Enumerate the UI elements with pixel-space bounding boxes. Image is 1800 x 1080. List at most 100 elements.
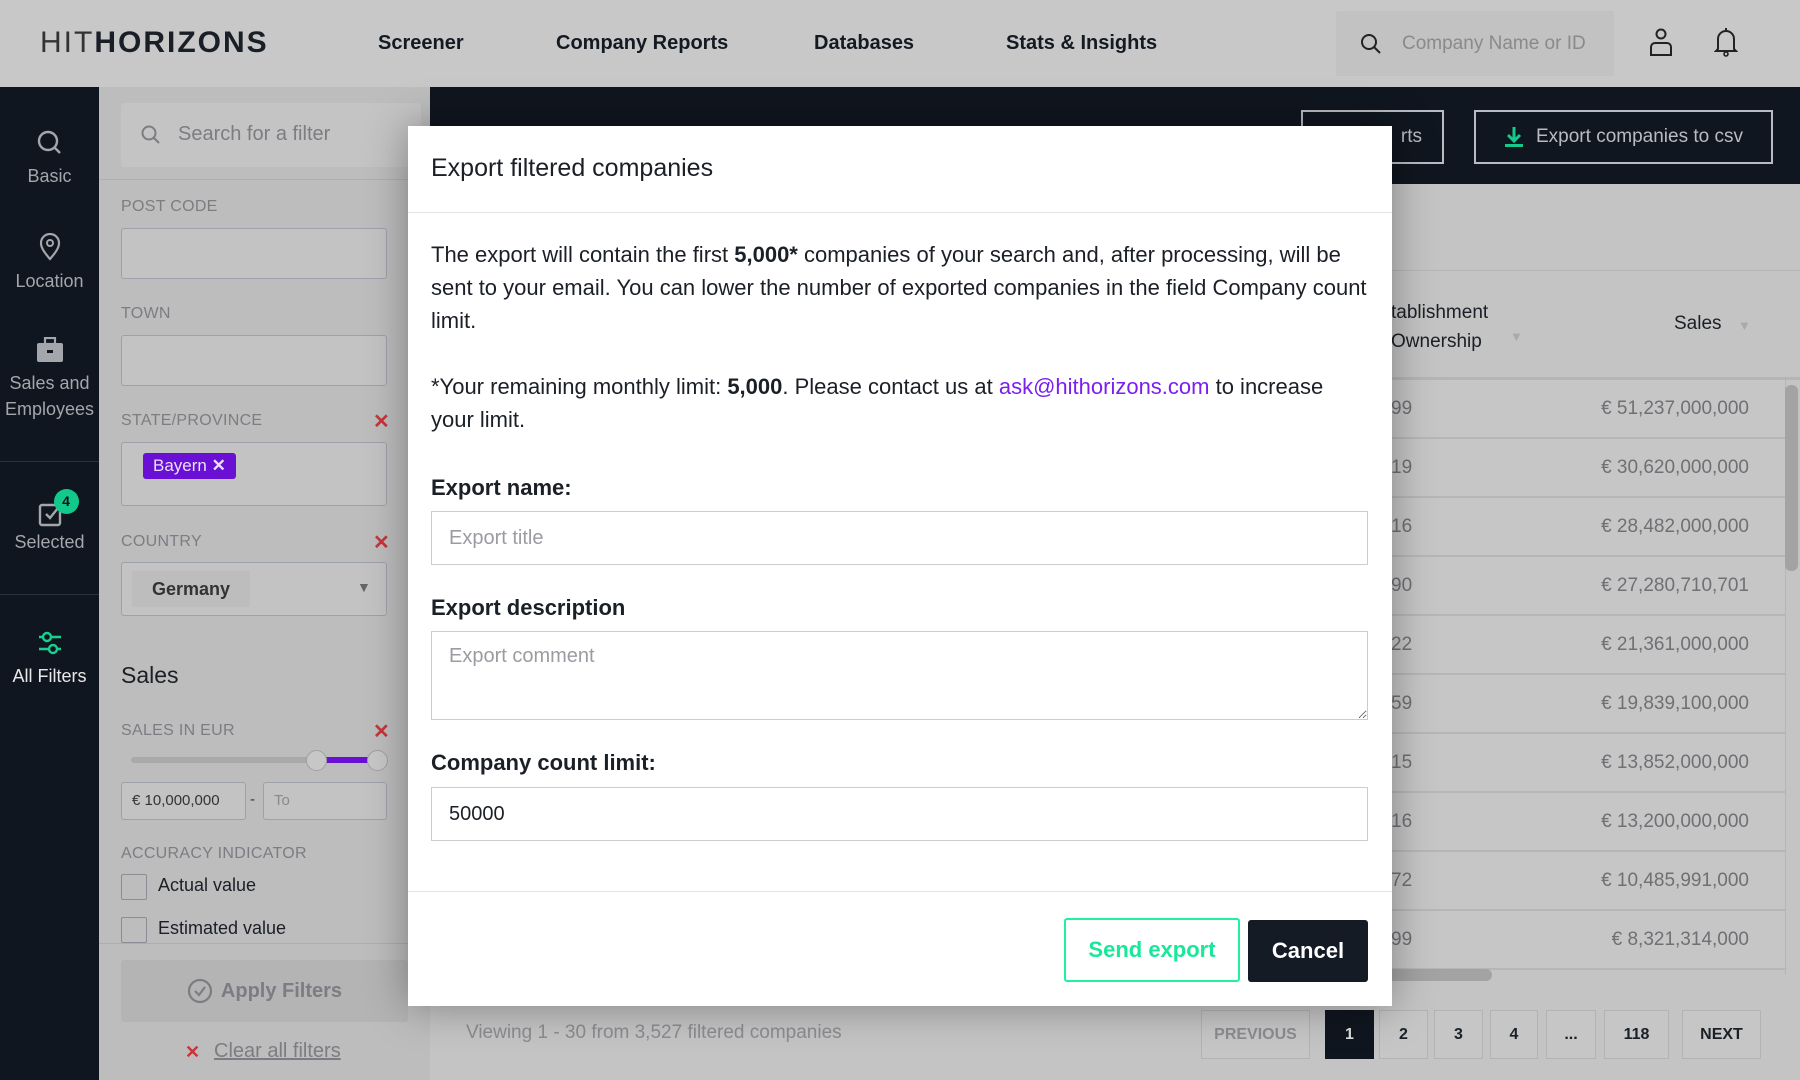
town-input[interactable] — [121, 335, 387, 386]
search-icon — [37, 130, 61, 154]
country-value: Germany — [132, 571, 250, 607]
column-header-establishment[interactable]: tablishment Ownership — [1391, 298, 1488, 356]
chevron-down-icon: ▼ — [357, 579, 371, 595]
nav-company-reports[interactable]: Company Reports — [556, 32, 728, 55]
establishment-cell: 90 — [1391, 575, 1413, 596]
divider — [408, 212, 1392, 213]
company-count-input[interactable] — [431, 787, 1368, 841]
export-description-textarea[interactable] — [431, 631, 1368, 720]
top-bar: HITHORIZONS Screener Company Reports Dat… — [0, 0, 1800, 87]
country-select[interactable]: Germany ▼ — [121, 562, 387, 616]
sales-cell: € 27,280,710,701 — [1601, 575, 1749, 596]
map-pin-icon — [39, 232, 60, 261]
pagination-page[interactable]: 118 — [1604, 1010, 1669, 1059]
bell-icon[interactable] — [1714, 27, 1738, 57]
establishment-cell: 99 — [1391, 398, 1413, 419]
post-code-label: POST CODE — [121, 198, 218, 215]
logo[interactable]: HITHORIZONS — [40, 26, 269, 60]
divider — [408, 891, 1392, 892]
export-name-input[interactable] — [431, 511, 1368, 565]
leftnav-basic[interactable]: Basic — [0, 130, 99, 189]
results-count: Viewing 1 - 30 from 3,527 filtered compa… — [466, 1022, 842, 1043]
sort-icon[interactable]: ▼ — [1738, 318, 1751, 333]
apply-filters-button[interactable]: Apply Filters — [121, 960, 408, 1022]
send-export-button[interactable]: Send export — [1064, 918, 1240, 982]
monthly-limit-text: *Your remaining monthly limit: 5,000. Pl… — [431, 370, 1371, 436]
export-description-label: Export description — [431, 595, 626, 620]
establishment-cell: 72 — [1391, 870, 1413, 891]
export-modal: Export filtered companies The export wil… — [408, 126, 1392, 1006]
leftnav-sales-employees[interactable]: Sales and Employees — [0, 336, 99, 422]
divider — [99, 179, 430, 180]
slider-max-thumb[interactable] — [367, 750, 388, 771]
modal-title: Export filtered companies — [431, 154, 714, 182]
divider — [0, 594, 99, 595]
pagination-previous[interactable]: PREVIOUS — [1201, 1010, 1310, 1059]
remove-tag-icon[interactable]: ✕ — [212, 456, 226, 475]
sales-to-input[interactable]: To — [263, 782, 387, 820]
sales-cell: € 8,321,314,000 — [1611, 929, 1749, 950]
estimated-value-checkbox[interactable] — [121, 917, 147, 943]
pagination-page[interactable]: 3 — [1434, 1010, 1483, 1059]
sort-icon[interactable]: ▼ — [1510, 329, 1523, 344]
state-tag-label: Bayern — [153, 456, 207, 475]
column-header-line: Ownership — [1391, 331, 1482, 352]
export-count: 5,000* — [734, 242, 798, 267]
leftnav-label: Basic — [27, 166, 72, 186]
sales-cell: € 13,852,000,000 — [1601, 752, 1749, 773]
cancel-button[interactable]: Cancel — [1248, 920, 1368, 982]
sales-cell: € 51,237,000,000 — [1601, 398, 1749, 419]
clear-country-icon[interactable]: ✕ — [373, 530, 390, 555]
leftnav-all-filters[interactable]: All Filters — [0, 630, 99, 689]
pagination-next[interactable]: NEXT — [1682, 1010, 1761, 1059]
pagination-page[interactable]: 1 — [1325, 1010, 1374, 1059]
actual-value-label: Actual value — [158, 875, 257, 895]
state-label: STATE/PROVINCE — [121, 412, 263, 429]
state-input[interactable]: Bayern ✕ — [121, 442, 387, 506]
vertical-scrollbar[interactable] — [1785, 385, 1798, 571]
pagination-page[interactable]: 4 — [1490, 1010, 1538, 1059]
divider — [0, 461, 99, 462]
sales-eur-label: SALES IN EUR — [121, 722, 235, 739]
sales-cell: € 28,482,000,000 — [1601, 516, 1749, 537]
contact-email-link[interactable]: ask@hithorizons.com — [999, 374, 1210, 399]
sales-cell: € 30,620,000,000 — [1601, 457, 1749, 478]
clear-sales-icon[interactable]: ✕ — [373, 719, 390, 744]
clear-state-icon[interactable]: ✕ — [373, 409, 390, 434]
leftnav-label: Selected — [14, 532, 85, 552]
country-label: COUNTRY — [121, 533, 202, 550]
nav-databases[interactable]: Databases — [814, 32, 914, 55]
export-name-label: Export name: — [431, 475, 572, 500]
actual-value-checkbox[interactable] — [121, 874, 147, 900]
leftnav-location[interactable]: Location — [0, 232, 99, 294]
sales-heading: Sales — [121, 662, 179, 688]
divider — [99, 943, 430, 944]
export-csv-label: Export companies to csv — [1536, 126, 1743, 147]
state-tag: Bayern ✕ — [143, 453, 236, 479]
sales-from-input[interactable]: € 10,000,000 — [121, 782, 246, 820]
pagination-page[interactable]: 2 — [1379, 1010, 1428, 1059]
post-code-input[interactable] — [121, 228, 387, 279]
company-search-input[interactable]: Company Name or ID — [1336, 11, 1614, 76]
export-csv-button[interactable]: Export companies to csv — [1474, 110, 1773, 164]
exports-button-label: rts — [1400, 126, 1422, 147]
establishment-cell: 15 — [1391, 752, 1413, 773]
accuracy-label: ACCURACY INDICATOR — [121, 845, 307, 862]
nav-screener[interactable]: Screener — [378, 32, 464, 55]
text: . Please contact us at — [782, 374, 999, 399]
leftnav-label: All Filters — [12, 666, 87, 686]
town-label: TOWN — [121, 305, 171, 322]
filter-search-input[interactable]: Search for a filter — [121, 103, 421, 167]
column-header-line: tablishment — [1391, 302, 1489, 323]
left-nav: Basic Location Sales and Employees 4 Sel… — [0, 87, 99, 1080]
user-icon[interactable] — [1649, 28, 1673, 56]
slider-min-thumb[interactable] — [306, 750, 327, 771]
clear-all-filters-link[interactable]: Clear all filters — [214, 1040, 341, 1063]
sales-cell: € 19,839,100,000 — [1601, 693, 1749, 714]
nav-stats-insights[interactable]: Stats & Insights — [1006, 32, 1157, 55]
text: *Your remaining monthly limit: — [431, 374, 728, 399]
column-header-sales[interactable]: Sales — [1674, 313, 1722, 335]
check-circle-icon — [187, 978, 213, 1004]
leftnav-selected[interactable]: 4 Selected — [0, 489, 99, 555]
pagination-page[interactable]: ... — [1546, 1010, 1596, 1059]
